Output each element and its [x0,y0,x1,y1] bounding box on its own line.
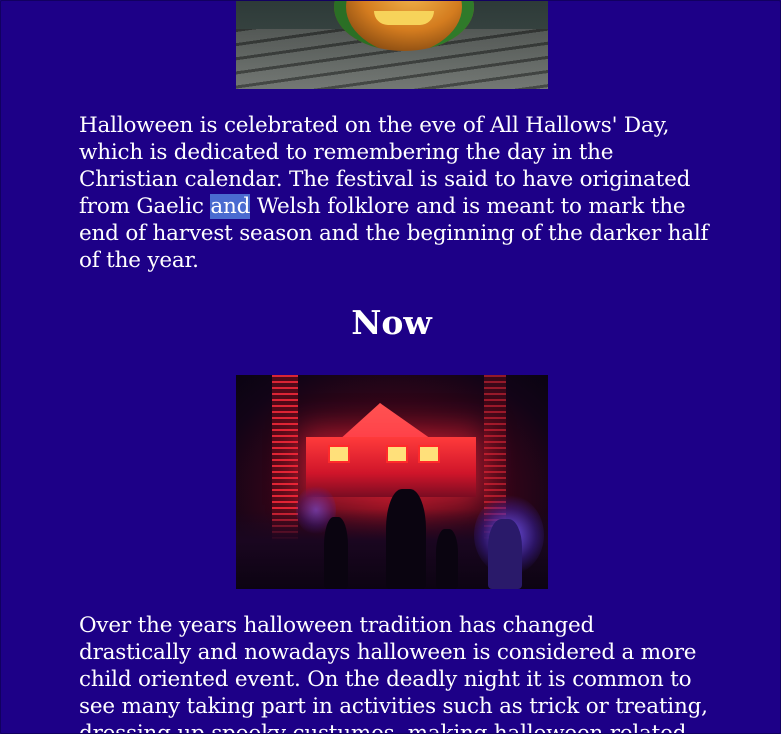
section-heading-now: Now [351,303,432,342]
pumpkin-mouth [374,11,434,25]
costumed-person [488,519,522,589]
now-paragraph: Over the years halloween tradition has c… [79,613,708,734]
history-paragraph: Halloween is celebrated on the eve of Al… [79,112,709,274]
house-window [386,445,408,463]
costumed-person [386,489,426,589]
costumed-person [436,529,458,589]
house-window [418,445,440,463]
house-roof [338,403,434,441]
house-window [328,445,350,463]
browser-viewport: Halloween is celebrated on the eve of Al… [0,0,781,734]
jack-o-lantern-image [236,1,548,89]
costumed-person [324,517,348,589]
decorated-house-image [236,375,548,589]
selected-text[interactable]: and [210,194,250,219]
